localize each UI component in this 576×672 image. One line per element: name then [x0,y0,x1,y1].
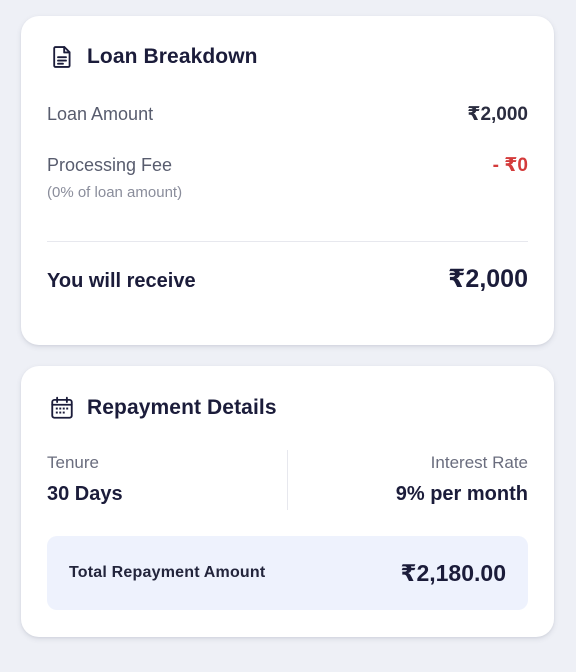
processing-fee-label: Processing Fee [47,155,173,175]
processing-fee-value: - ₹0 [492,155,528,176]
repayment-details-card: Repayment Details Tenure 30 Days Interes… [21,366,554,637]
document-icon [53,46,71,68]
total-repayment-value: ₹2,180.00 [400,559,506,586]
repayment-details-title: Repayment Details [87,396,277,419]
interest-rate-column: Interest Rate 9% per month [396,453,528,506]
loan-amount-label: Loan Amount [47,104,154,124]
interest-rate-label: Interest Rate [430,453,528,472]
loan-amount-value: ₹2,000 [467,104,528,125]
processing-fee-sublabel: (0% of loan amount) [47,184,183,201]
receive-row: You will receive ₹2,000 [47,264,528,294]
receive-label: You will receive [47,270,196,292]
total-repayment-box: Total Repayment Amount ₹2,180.00 [47,536,528,610]
processing-fee-row: Processing Fee - ₹0 [47,154,528,177]
tenure-value: 30 Days [47,483,123,505]
divider [47,241,528,242]
loan-amount-row: Loan Amount ₹2,000 [47,103,528,126]
receive-value: ₹2,000 [448,265,528,293]
vertical-divider [287,450,288,510]
calendar-icon [51,396,73,419]
tenure-label: Tenure [47,453,99,472]
total-repayment-label: Total Repayment Amount [69,564,266,581]
interest-rate-value: 9% per month [395,483,528,505]
repayment-details-header: Repayment Details [49,395,277,421]
tenure-column: Tenure 30 Days [47,453,123,506]
loan-breakdown-card: Loan Breakdown Loan Amount ₹2,000 Proces… [21,16,554,345]
loan-breakdown-title: Loan Breakdown [87,45,258,68]
loan-breakdown-header: Loan Breakdown [49,44,258,70]
